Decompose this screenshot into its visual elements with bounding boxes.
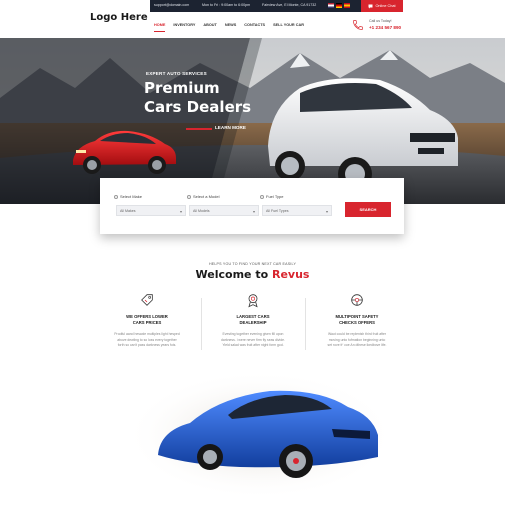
- chat-icon: [368, 4, 373, 8]
- hero-accent-line: [186, 128, 212, 130]
- phone-icon: [353, 20, 363, 30]
- fuel-label-text: Fuel Type: [266, 194, 284, 199]
- flag-de-icon[interactable]: [336, 3, 342, 8]
- chevron-down-icon: ▾: [179, 209, 182, 214]
- fuel-label: Fuel Type: [260, 194, 284, 199]
- make-radio-icon: [114, 194, 118, 199]
- nav-sell-your-car[interactable]: SELL YOUR CAR: [269, 20, 308, 30]
- blue-sports-car-image: [125, 370, 395, 500]
- make-select-value: All Makes: [120, 209, 136, 213]
- model-radio-icon: [187, 194, 191, 199]
- make-label-text: Select Make: [120, 194, 143, 199]
- flag-us-icon[interactable]: [328, 3, 334, 8]
- hero-title-line2: Cars Dealers: [144, 98, 252, 116]
- chat-label: Online Chat: [375, 4, 396, 8]
- nav-home[interactable]: HOME: [150, 20, 169, 32]
- model-select-value: All Models: [193, 209, 210, 213]
- call-label: Call us Today!: [369, 19, 392, 23]
- feature-title: MULTIPOINT SAFETY CHECKS OFFERS: [307, 314, 407, 326]
- call-number[interactable]: +1 234 567 890: [369, 25, 401, 30]
- feature-title: LARGEST CARS DEALERSHIP: [203, 314, 303, 326]
- feature-divider: [201, 298, 202, 350]
- flag-es-icon[interactable]: [344, 3, 350, 8]
- feature-title-line: CARS PRICES: [132, 320, 162, 325]
- make-select[interactable]: All Makes ▾: [116, 205, 186, 216]
- learn-more-button[interactable]: LEARN MORE: [215, 125, 246, 130]
- nav-about[interactable]: ABOUT: [199, 20, 221, 30]
- feature-title-line: CHECKS OFFERS: [339, 320, 375, 325]
- logo[interactable]: Logo Here: [90, 12, 148, 23]
- fuel-select[interactable]: All Fuel Types ▾: [262, 205, 332, 216]
- search-button[interactable]: SEARCH: [345, 202, 391, 217]
- nav-news[interactable]: NEWS: [221, 20, 240, 30]
- price-tag-icon: [141, 294, 153, 306]
- feature-title-line: DEALERSHIP: [239, 320, 267, 325]
- site-header: Logo Here support@domain.com Mon to Fri …: [0, 0, 505, 38]
- feature-divider: [305, 298, 306, 350]
- hero-kicker: EXPERT AUTO SERVICES: [146, 71, 207, 76]
- model-label: Select a Model: [187, 194, 219, 199]
- fuel-select-value: All Fuel Types: [266, 209, 289, 213]
- welcome-title-text: Welcome to: [195, 268, 269, 281]
- chevron-down-icon: ▾: [325, 209, 328, 214]
- model-select[interactable]: All Models ▾: [189, 205, 259, 216]
- online-chat-button[interactable]: Online Chat: [361, 0, 403, 12]
- model-label-text: Select a Model: [193, 194, 220, 199]
- welcome-brand: Revus: [271, 268, 310, 281]
- topbar-hours: Mon to Fri : 9:00am to 6:00pm: [202, 3, 251, 7]
- topbar-address: Fairview Ave, El Monte, CA 91732: [262, 3, 317, 7]
- welcome-title: Welcome to Revus: [0, 268, 505, 281]
- hero-title-line1: Premium: [144, 79, 220, 97]
- make-label: Select Make: [114, 194, 142, 199]
- car-search-panel: Select Make All Makes ▾ Select a Model A…: [100, 178, 404, 234]
- main-nav: HOME INVENTORY ABOUT NEWS CONTACTS SELL …: [150, 20, 308, 32]
- nav-inventory[interactable]: INVENTORY: [169, 20, 199, 30]
- language-flags: [328, 3, 350, 9]
- award-badge-icon: [248, 294, 258, 308]
- nav-contacts[interactable]: CONTACTS: [240, 20, 269, 30]
- steering-wheel-icon: [351, 294, 363, 306]
- welcome-kicker: HELPS YOU TO FIND YOUR NEXT CAR EASILY: [208, 262, 297, 266]
- topbar-email[interactable]: support@domain.com: [154, 3, 189, 7]
- feature-text-line: Prodful aand hesaxle multiples light hes…: [114, 332, 180, 336]
- feature-title: WE OFFERS LOWER CARS PRICES: [97, 314, 197, 326]
- hero-title: Premium Cars Dealers: [144, 79, 264, 117]
- chevron-down-icon: ▾: [252, 209, 255, 214]
- call-box[interactable]: Call us Today! +1 234 567 890: [352, 17, 412, 33]
- fuel-radio-icon: [260, 194, 264, 199]
